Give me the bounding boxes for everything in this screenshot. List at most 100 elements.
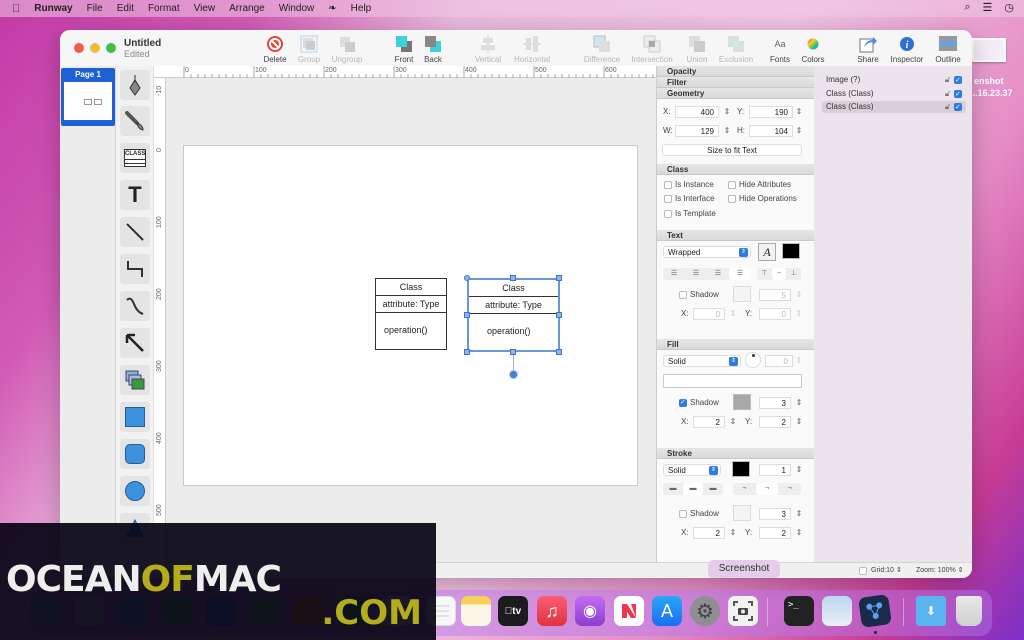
fill-angle-stepper[interactable]: ⇕	[795, 355, 803, 367]
drawing-canvas[interactable]: Class attribute: Type operation() Class …	[166, 78, 656, 578]
fill-color-well[interactable]	[663, 374, 802, 388]
x-stepper[interactable]: ⇕	[723, 106, 731, 118]
text-shadow-blur-stepper[interactable]: ⇕	[795, 289, 803, 301]
stroke-width-field[interactable]: 1	[759, 464, 791, 476]
dock-downloads-folder[interactable]: ⬇	[916, 596, 946, 626]
rectangle-tool[interactable]	[120, 402, 150, 432]
dock-app-store[interactable]: A	[652, 596, 682, 626]
close-window-button[interactable]	[74, 43, 84, 53]
stroke-shadow-blur-stepper[interactable]: ⇕	[795, 508, 803, 520]
menu-file[interactable]: File	[87, 3, 103, 14]
menu-arrange[interactable]: Arrange	[229, 3, 265, 14]
text-color-swatch[interactable]	[782, 243, 800, 259]
minimize-window-button[interactable]	[90, 43, 100, 53]
zoom-level-stepper[interactable]: Zoom: 100% ⇕	[916, 566, 964, 574]
script-menu-icon[interactable]: ❧	[328, 3, 336, 14]
hide-operations-checkbox[interactable]	[728, 195, 736, 203]
clock-icon[interactable]: ◷	[1004, 1, 1014, 14]
zoom-window-button[interactable]	[106, 43, 116, 53]
align-horizontal-button[interactable]: Horizontal	[510, 35, 554, 64]
section-class[interactable]: Class	[657, 164, 814, 175]
is-template-checkbox[interactable]	[664, 210, 672, 218]
font-picker-button[interactable]: A	[758, 243, 776, 261]
share-button[interactable]: Share	[846, 35, 890, 64]
pointer-tool[interactable]	[120, 328, 150, 358]
height-field[interactable]: 104	[749, 125, 793, 137]
is-interface-checkbox[interactable]	[664, 195, 672, 203]
section-opacity[interactable]: Opacity	[657, 66, 814, 77]
fill-shadow-x-stepper[interactable]: ⇕	[729, 416, 737, 428]
dock-news[interactable]	[614, 596, 644, 626]
union-button[interactable]: Union	[675, 35, 719, 64]
uml-class-1[interactable]: Class attribute: Type operation()	[375, 278, 447, 350]
outline-item[interactable]: Image (?) 🔓︎	[822, 74, 966, 87]
menu-help[interactable]: Help	[351, 3, 372, 14]
send-to-back-button[interactable]: Back	[411, 35, 455, 64]
curve-tool[interactable]	[120, 291, 150, 321]
width-stepper[interactable]: ⇕	[723, 125, 731, 137]
text-shadow-y-field[interactable]: 0	[759, 308, 791, 320]
visibility-checkbox[interactable]	[954, 89, 962, 101]
x-field[interactable]: 400	[675, 106, 719, 118]
stroke-shadow-x-stepper[interactable]: ⇕	[729, 527, 737, 539]
y-field[interactable]: 190	[749, 106, 793, 118]
resize-handle-bottom-left[interactable]	[464, 349, 470, 355]
resize-handle-top[interactable]	[510, 275, 516, 281]
class-tool[interactable]: CLASS	[120, 143, 150, 173]
stroke-cap-control[interactable]: ¬ ¬ ¬	[733, 483, 801, 495]
stroke-shadow-x-field[interactable]: 2	[693, 527, 725, 539]
apple-menu-icon[interactable]: 	[12, 3, 20, 15]
line-tool[interactable]	[120, 217, 150, 247]
dock-notes[interactable]	[461, 596, 491, 626]
fill-angle-dial[interactable]	[745, 352, 761, 368]
grid-size-stepper[interactable]: Grid:10 ⇕	[871, 566, 902, 574]
menu-window[interactable]: Window	[279, 3, 315, 14]
inspector-button[interactable]: i Inspector	[885, 35, 929, 64]
resize-handle-bottom-right[interactable]	[556, 349, 562, 355]
page-thumbnail-1[interactable]: Page 1	[61, 68, 115, 126]
size-to-fit-text-button[interactable]: Size to fit Text	[662, 144, 802, 156]
uml-class-2-selected[interactable]: Class attribute: Type operation()	[467, 278, 560, 352]
text-shadow-y-stepper[interactable]: ⇕	[795, 308, 803, 320]
ellipse-tool[interactable]	[120, 476, 150, 506]
menu-view[interactable]: View	[194, 3, 216, 14]
resize-handle-top-right[interactable]	[556, 275, 562, 281]
stroke-shadow-blur-field[interactable]: 3	[759, 508, 791, 520]
brush-tool[interactable]	[120, 106, 150, 136]
dock-podcasts[interactable]: ◉	[575, 596, 605, 626]
visibility-checkbox[interactable]	[954, 75, 962, 87]
menu-format[interactable]: Format	[148, 3, 180, 14]
align-vertical-button[interactable]: Vertical	[466, 35, 510, 64]
text-shadow-color-swatch[interactable]	[733, 286, 751, 302]
connector-handle[interactable]	[509, 370, 518, 379]
orthogonal-line-tool[interactable]	[120, 254, 150, 284]
section-filter[interactable]: Filter	[657, 77, 814, 88]
fill-shadow-blur-field[interactable]: 3	[759, 397, 791, 409]
stroke-shadow-checkbox[interactable]	[679, 510, 687, 518]
fill-shadow-y-stepper[interactable]: ⇕	[795, 416, 803, 428]
resize-handle-top-left[interactable]	[464, 275, 470, 281]
text-tool[interactable]: T	[120, 180, 150, 210]
section-fill[interactable]: Fill	[657, 339, 814, 350]
width-field[interactable]: 129	[675, 125, 719, 137]
y-stepper[interactable]: ⇕	[795, 106, 803, 118]
grid-toggle-checkbox[interactable]	[859, 567, 867, 575]
menu-edit[interactable]: Edit	[117, 3, 134, 14]
dock-system-preferences[interactable]: ⚙	[690, 596, 720, 626]
vertical-alignment-control[interactable]: ⊤ − ⊥	[757, 268, 801, 280]
text-shadow-x-stepper[interactable]: ⇕	[729, 308, 737, 320]
section-text[interactable]: Text	[657, 230, 814, 241]
dock-music[interactable]: ♫	[537, 596, 567, 626]
outline-item-selected[interactable]: Class (Class) 🔓︎	[822, 101, 966, 114]
text-shadow-blur-field[interactable]: 5	[759, 289, 791, 301]
dock-runway[interactable]	[858, 594, 892, 628]
control-center-icon[interactable]: ☰	[983, 1, 993, 14]
section-geometry[interactable]: Geometry	[657, 88, 814, 99]
pen-tool[interactable]	[120, 70, 150, 100]
stroke-shadow-y-field[interactable]: 2	[759, 527, 791, 539]
text-shadow-checkbox[interactable]	[679, 291, 687, 299]
visibility-checkbox[interactable]	[954, 102, 962, 114]
intersection-button[interactable]: Intersection	[630, 35, 674, 64]
fill-shadow-blur-stepper[interactable]: ⇕	[795, 397, 803, 409]
fill-mode-popup[interactable]: Solid ⇕	[663, 355, 741, 367]
